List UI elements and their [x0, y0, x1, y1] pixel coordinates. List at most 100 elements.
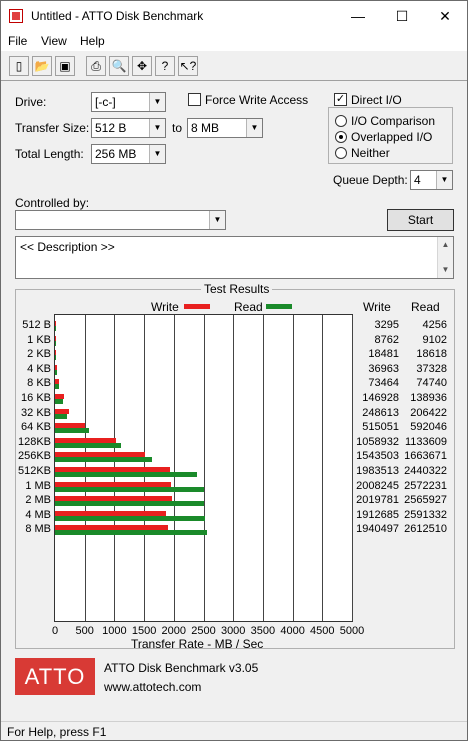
overlapped-io-radio[interactable]	[335, 131, 347, 143]
y-tick-label: 4 KB	[27, 362, 51, 375]
controlled-by-select[interactable]: ▼	[15, 210, 226, 230]
y-tick-label: 256KB	[17, 450, 51, 463]
read-bar	[55, 486, 205, 492]
print-icon[interactable]: ⎙	[86, 56, 106, 76]
chevron-down-icon: ▼	[246, 119, 262, 137]
website-link[interactable]: www.attotech.com	[104, 680, 201, 694]
read-bar	[55, 442, 121, 448]
title-bar: Untitled - ATTO Disk Benchmark — ☐ ✕	[1, 1, 467, 31]
read-value: 2440322	[404, 465, 447, 477]
legend-read-label: Read	[234, 300, 263, 314]
queue-depth-select[interactable]: 4 ▼	[410, 170, 453, 190]
save-icon[interactable]: ▣	[55, 56, 75, 76]
queue-depth-value: 4	[414, 173, 421, 187]
read-value: 592046	[410, 421, 447, 434]
y-tick-label: 8 MB	[25, 523, 51, 536]
read-value: 1663671	[404, 450, 447, 463]
y-tick-label: 1 KB	[27, 333, 51, 346]
chevron-down-icon: ▼	[209, 211, 225, 229]
close-button[interactable]: ✕	[423, 1, 467, 31]
minimize-button[interactable]: —	[336, 1, 380, 31]
force-write-checkbox[interactable]	[188, 93, 201, 106]
x-tick-label: 2000	[161, 625, 187, 637]
total-length-select[interactable]: 256 MB ▼	[91, 144, 166, 164]
read-bar	[55, 355, 57, 361]
chart-plot-area	[54, 314, 353, 622]
neither-label: Neither	[351, 146, 390, 160]
toolbar: ▯ 📂 ▣ ⎙ 🔍 ✥ ? ↖?	[1, 53, 467, 81]
transfer-size-from-select[interactable]: 512 B ▼	[91, 118, 166, 138]
read-value: 74740	[416, 377, 447, 390]
scroll-up-icon[interactable]: ▲	[438, 237, 453, 253]
app-icon	[9, 9, 23, 23]
scroll-down-icon[interactable]: ▼	[438, 262, 453, 278]
x-tick-label: 4000	[280, 625, 305, 637]
gridline	[203, 315, 205, 621]
x-tick-label: 3500	[250, 625, 276, 637]
write-value: 73464	[368, 377, 399, 390]
description-field[interactable]: << Description >> ▲ ▼	[15, 236, 454, 279]
neither-radio[interactable]	[335, 147, 347, 159]
x-tick-label: 1500	[131, 625, 157, 637]
controlled-by-label: Controlled by:	[15, 196, 90, 210]
direct-io-checkbox[interactable]: ✓	[334, 93, 347, 106]
read-bar	[55, 399, 64, 404]
menu-file[interactable]: File	[8, 34, 27, 48]
read-value: 206422	[410, 406, 447, 419]
print-preview-icon[interactable]: 🔍	[109, 56, 129, 76]
context-help-icon[interactable]: ↖?	[178, 56, 198, 76]
x-tick-label: 1000	[102, 625, 127, 637]
read-column-header: Read	[411, 300, 440, 314]
open-icon[interactable]: 📂	[32, 56, 52, 76]
read-value: 138936	[410, 392, 447, 404]
gridline	[173, 315, 175, 621]
help-icon[interactable]: ?	[155, 56, 175, 76]
description-scrollbar[interactable]: ▲ ▼	[437, 237, 453, 278]
to-label: to	[172, 121, 183, 135]
y-tick-label: 2 KB	[27, 348, 51, 361]
menu-view[interactable]: View	[41, 34, 67, 48]
force-write-label: Force Write Access	[205, 93, 309, 107]
gridline	[262, 315, 264, 621]
io-comparison-radio[interactable]	[335, 115, 347, 127]
x-tick-label: 2500	[191, 625, 216, 637]
y-tick-label: 1 MB	[25, 479, 51, 492]
y-tick-label: 8 KB	[27, 377, 51, 390]
read-value: 2612510	[404, 523, 447, 536]
chevron-down-icon: ▼	[149, 93, 165, 111]
y-tick-label: 2 MB	[25, 494, 51, 507]
read-bar	[55, 369, 58, 375]
write-value: 248613	[362, 406, 399, 419]
write-value: 1912685	[356, 508, 399, 521]
y-tick-label: 4 MB	[25, 508, 51, 521]
x-tick-label: 500	[75, 625, 94, 637]
maximize-button[interactable]: ☐	[380, 1, 424, 31]
atto-logo: ATTO	[15, 658, 95, 695]
transfer-size-to-select[interactable]: 8 MB ▼	[187, 118, 263, 138]
write-column-header: Write	[363, 300, 391, 314]
read-value: 2572231	[404, 479, 447, 492]
x-tick-label: 5000	[339, 625, 365, 637]
status-bar: For Help, press F1	[1, 721, 467, 741]
transfer-to-value: 8 MB	[191, 121, 220, 135]
start-button[interactable]: Start	[387, 209, 454, 231]
chevron-down-icon: ▼	[436, 171, 452, 189]
read-value: 9102	[422, 333, 447, 346]
menu-help[interactable]: Help	[80, 34, 105, 48]
y-tick-label: 128KB	[17, 435, 51, 448]
new-icon[interactable]: ▯	[9, 56, 29, 76]
write-value: 1983513	[356, 465, 399, 477]
read-bar	[55, 515, 206, 521]
write-value: 515051	[362, 421, 399, 434]
write-value: 36963	[368, 362, 399, 375]
product-name: ATTO Disk Benchmark v3.05	[104, 661, 259, 675]
gridline	[233, 315, 235, 621]
move-icon[interactable]: ✥	[132, 56, 152, 76]
read-bar	[55, 428, 90, 434]
drive-select[interactable]: [-c-] ▼	[91, 92, 166, 112]
read-value: 18618	[416, 348, 447, 361]
read-value: 1133609	[404, 435, 447, 448]
read-value: 2565927	[404, 494, 447, 507]
write-value: 1940497	[356, 523, 399, 536]
legend-read-swatch	[266, 304, 292, 309]
